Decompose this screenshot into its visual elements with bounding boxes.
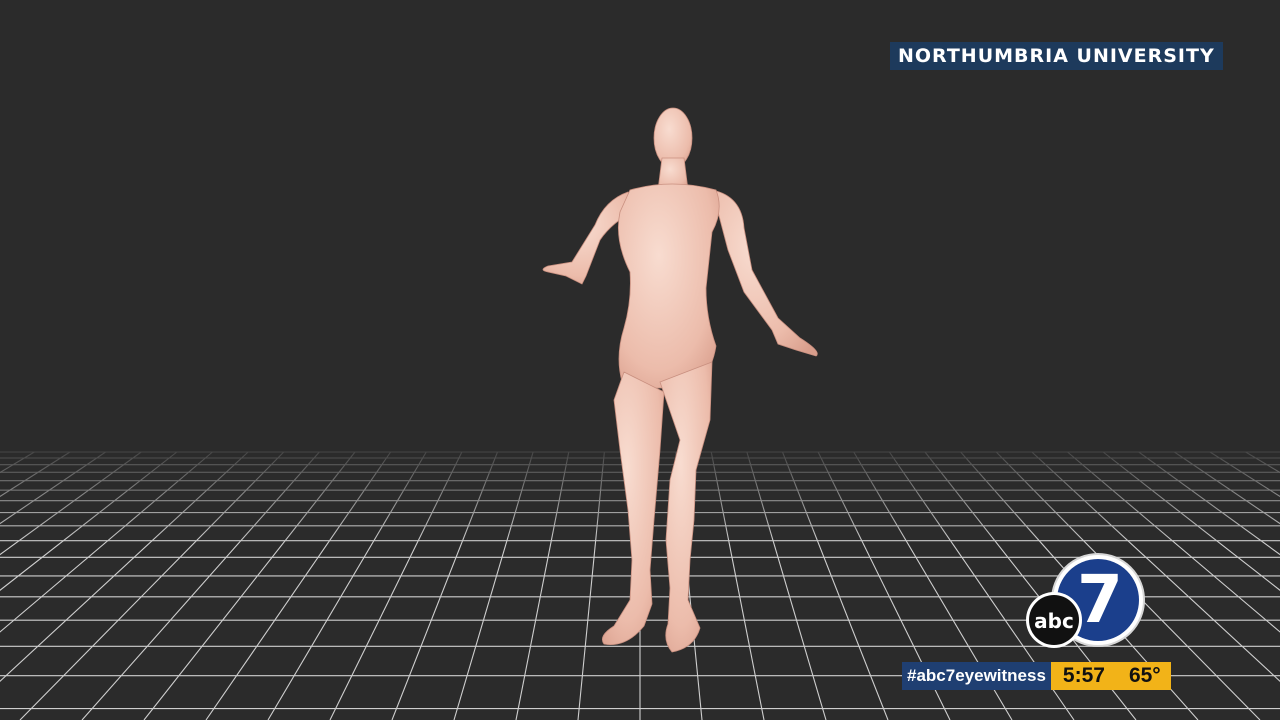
logo-channel-number: 7 [1077,561,1123,638]
logo-network-text: abc [1034,609,1074,633]
hashtag-label: #abc7eyewitness [902,662,1051,690]
abc7-logo: 7 abc [1026,553,1145,648]
temperature-readout: 65° [1128,664,1161,687]
lower-third-bar: #abc7eyewitness 5:57 65° [902,662,1171,690]
source-credit-label: NORTHUMBRIA UNIVERSITY [890,42,1223,70]
clock-time: 5:57 [1062,664,1105,687]
time-temperature-box: 5:57 65° [1050,662,1171,690]
